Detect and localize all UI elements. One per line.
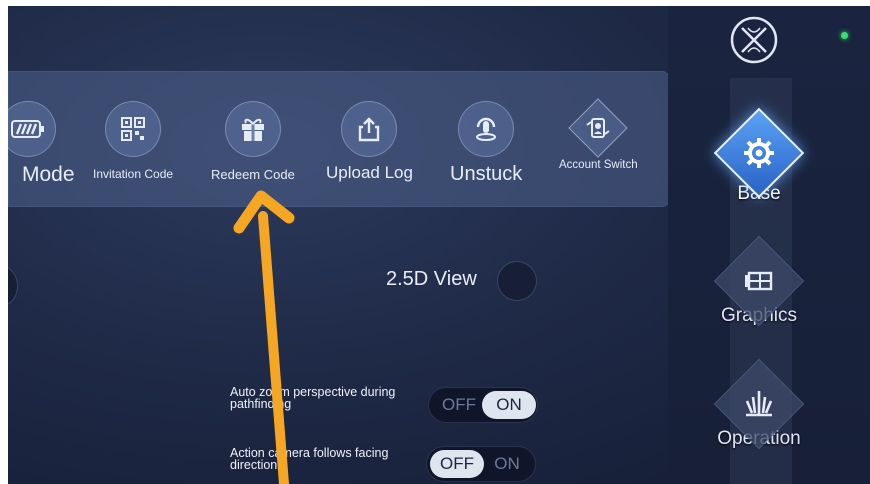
settings-screen: Mode Invitation Code Redeem Code Upload …	[8, 6, 870, 484]
action-camera-setting-label: Action camera follows facing direction	[230, 446, 389, 472]
account-switch-label: Account Switch	[559, 159, 638, 171]
unstuck-label: Unstuck	[450, 163, 523, 185]
mode-label: Mode	[22, 163, 75, 186]
gift-icon	[224, 101, 281, 157]
auto-zoom-switch[interactable]: OFF ON	[428, 387, 538, 423]
view-toggle[interactable]	[497, 261, 537, 301]
close-icon	[730, 16, 778, 64]
action-camera-switch[interactable]: OFF ON	[426, 446, 536, 482]
toolbar-panel: Mode Invitation Code Redeem Code Upload …	[8, 71, 670, 207]
sidebar-item-base[interactable]: Base	[701, 107, 817, 205]
invitation-code-button[interactable]: Invitation Code	[93, 101, 173, 181]
account-switch-icon	[568, 98, 629, 158]
upload-icon	[341, 101, 398, 157]
auto-zoom-setting-label: Auto zoom perspective during pathfinding	[230, 385, 396, 411]
upload-log-button[interactable]: Upload Log	[326, 101, 413, 183]
action-camera-on-option[interactable]: ON	[480, 450, 534, 478]
auto-zoom-off-option[interactable]: OFF	[432, 391, 486, 419]
left-toggle[interactable]	[8, 266, 18, 306]
account-switch-button[interactable]: Account Switch	[559, 98, 638, 171]
screen: Mode Invitation Code Redeem Code Upload …	[0, 0, 870, 484]
gear-icon	[713, 107, 805, 199]
sidebar-item-graphics[interactable]: Graphics	[701, 235, 817, 327]
unstuck-icon	[458, 101, 515, 157]
unstuck-button[interactable]: Unstuck	[450, 101, 522, 186]
upload-log-label: Upload Log	[326, 163, 413, 182]
mode-button[interactable]: Mode	[8, 101, 75, 187]
battery-icon	[8, 101, 57, 157]
status-indicator	[841, 32, 848, 39]
invitation-code-label: Invitation Code	[93, 167, 174, 181]
close-button[interactable]	[728, 14, 780, 66]
redeem-code-label: Redeem Code	[211, 167, 295, 182]
view-label: 2.5D View	[386, 268, 477, 290]
redeem-code-button[interactable]: Redeem Code	[211, 101, 295, 182]
qr-code-icon	[105, 101, 162, 157]
action-camera-off-option[interactable]: OFF	[430, 450, 484, 478]
auto-zoom-on-option[interactable]: ON	[482, 391, 536, 419]
sidebar-item-operation[interactable]: Operation	[701, 358, 817, 450]
